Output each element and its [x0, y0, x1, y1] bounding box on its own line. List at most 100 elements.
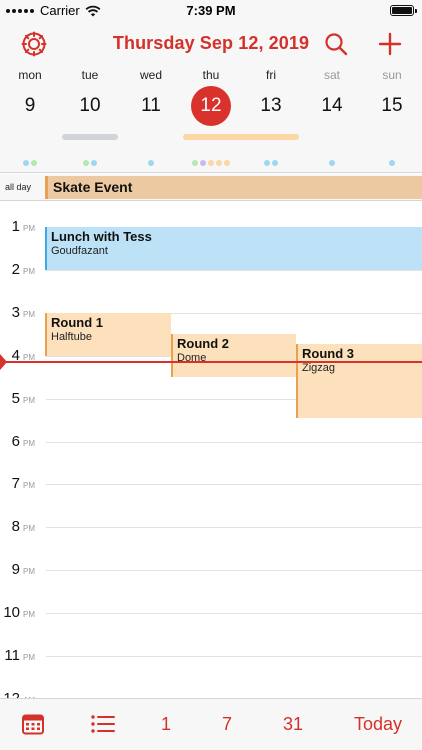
hour-ampm: PM: [23, 224, 35, 233]
week-day-sun[interactable]: sun 15: [362, 66, 422, 173]
hour-ampm: PM: [23, 524, 35, 533]
event-dot: [148, 160, 154, 166]
hour-line: [46, 527, 422, 528]
date-number: 15: [381, 95, 403, 116]
event-lunch-with-tess[interactable]: Lunch with Tess Goudfazant: [45, 227, 422, 270]
event-title: Lunch with Tess: [51, 229, 152, 244]
weekday-label: tue: [81, 68, 99, 82]
hour-ampm: PM: [23, 267, 35, 276]
hour-line: [46, 656, 422, 657]
hour-ampm: PM: [23, 653, 35, 662]
event-round-2[interactable]: Round 2 Dome: [171, 334, 296, 377]
hour-label: 8 PM: [0, 518, 40, 535]
calendar-icon[interactable]: [20, 709, 46, 739]
event-round-1[interactable]: Round 1 Halftube: [45, 313, 171, 356]
list-icon[interactable]: [89, 709, 117, 739]
hour-label: 5 PM: [0, 390, 40, 407]
event-location: Goudfazant: [51, 245, 108, 257]
status-time: 7:39 PM: [186, 3, 236, 18]
hour-number: 10: [3, 604, 20, 621]
event-dot: [208, 160, 214, 166]
tab-month-view[interactable]: 31: [278, 709, 308, 739]
event-dot: [264, 160, 270, 166]
hour-label: 7 PM: [0, 475, 40, 492]
week-day-wed[interactable]: wed 11: [121, 66, 181, 173]
event-dot: [192, 160, 198, 166]
hour-label: 12AM: [0, 690, 40, 698]
hour-ampm: PM: [23, 396, 35, 405]
hour-ampm: PM: [23, 310, 35, 319]
all-day-label: all day: [5, 182, 32, 192]
hour-label: 9 PM: [0, 561, 40, 578]
hour-number: 9: [11, 561, 20, 578]
date-number: 9: [24, 95, 36, 116]
hour-label: 3 PM: [0, 304, 40, 321]
weekday-label: wed: [139, 68, 162, 82]
hour-number: 3: [11, 304, 20, 321]
event-round-3[interactable]: Round 3 Zigzag: [296, 344, 422, 418]
tab-day-view[interactable]: 1: [152, 709, 180, 739]
selected-date: 12: [191, 86, 231, 126]
event-dot: [31, 160, 37, 166]
hour-line: [46, 484, 422, 485]
battery-icon: [390, 5, 417, 16]
today-button[interactable]: Today: [352, 709, 404, 739]
weekday-label: thu: [202, 68, 220, 82]
event-dot: [91, 160, 97, 166]
current-time-marker: [0, 354, 7, 370]
event-title: Round 1: [51, 315, 103, 330]
week-day-thu[interactable]: thu 12: [181, 66, 241, 173]
hour-ampm: PM: [23, 439, 35, 448]
current-time-line: [0, 361, 422, 363]
search-icon[interactable]: [322, 30, 350, 58]
multi-day-event-bar[interactable]: [183, 134, 299, 140]
hour-number: 2: [11, 261, 20, 278]
event-dot: [224, 160, 230, 166]
hour-label: 10 PM: [0, 604, 40, 621]
hour-line: [46, 613, 422, 614]
event-location: Zigzag: [302, 362, 336, 374]
page-title: Thursday Sep 12, 2019: [112, 33, 310, 53]
hour-line: [46, 442, 422, 443]
hour-label: 11 PM: [0, 647, 40, 664]
hour-ampm: PM: [23, 567, 35, 576]
hour-number: 11: [4, 647, 20, 664]
add-icon[interactable]: [376, 30, 404, 58]
event-dot: [23, 160, 29, 166]
week-day-mon[interactable]: mon 9: [0, 66, 60, 173]
event-dot: [272, 160, 278, 166]
hour-label: 2 PM: [0, 261, 40, 278]
event-dot: [389, 160, 395, 166]
hour-number: 5: [11, 390, 20, 407]
week-strip: mon 9 tue 10 wed 11 thu 12 fri 13 sat 14 sun 15: [0, 66, 422, 173]
weekday-label: mon: [18, 68, 42, 82]
all-day-event[interactable]: Skate Event: [45, 176, 422, 199]
all-day-row: all day Skate Event: [0, 174, 422, 201]
event-title: Round 2: [177, 336, 229, 351]
week-day-fri[interactable]: fri 13: [241, 66, 301, 173]
event-dot: [200, 160, 206, 166]
event-location: Halftube: [51, 331, 92, 343]
event-dots: [241, 160, 301, 166]
status-bar: Carrier 7:39 PM: [0, 0, 422, 22]
hour-number: 7: [11, 475, 20, 492]
tab-week-view[interactable]: 7: [213, 709, 241, 739]
date-number: 11: [141, 95, 161, 116]
multi-day-event-bar[interactable]: [62, 134, 118, 140]
day-timeline[interactable]: 1PM2PM3PM4PM5PM6PM7PM8PM9PM10PM11PM12AM …: [0, 202, 422, 698]
date-number: 10: [79, 95, 101, 116]
event-dot: [329, 160, 335, 166]
hour-number: 1: [11, 218, 20, 235]
hour-number: 12: [0, 690, 20, 698]
week-day-sat[interactable]: sat 14: [302, 66, 362, 173]
event-dots: [362, 160, 422, 166]
hour-label: 1 PM: [0, 218, 40, 235]
event-dots: [60, 160, 120, 166]
settings-gear-icon[interactable]: [20, 30, 48, 58]
tab-bar: 1 7 31 Today: [0, 698, 422, 750]
event-dots: [0, 160, 60, 166]
week-day-tue[interactable]: tue 10: [60, 66, 120, 173]
event-title: Round 3: [302, 346, 354, 361]
hour-number: 6: [11, 433, 20, 450]
event-dot: [216, 160, 222, 166]
